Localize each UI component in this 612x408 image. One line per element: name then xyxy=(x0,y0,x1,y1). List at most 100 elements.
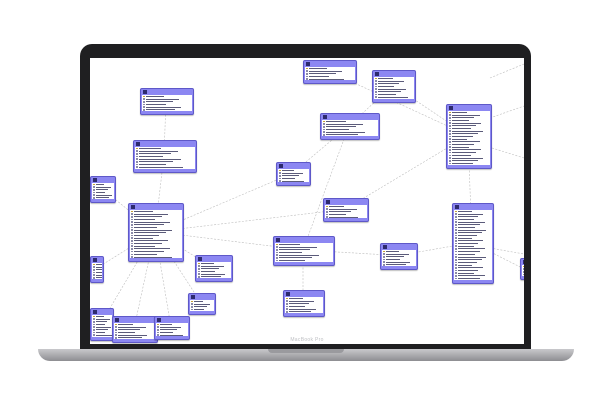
table-footer xyxy=(277,182,310,185)
column-name-placeholder xyxy=(326,120,347,122)
column-name-placeholder xyxy=(452,125,477,127)
column-name-placeholder xyxy=(289,297,303,299)
column-icon xyxy=(455,226,457,229)
column-name-placeholder xyxy=(134,210,153,212)
table-entity[interactable] xyxy=(320,113,380,141)
table-columns xyxy=(522,265,524,276)
column-name-placeholder xyxy=(96,323,105,325)
column-name-placeholder xyxy=(452,117,475,119)
column-icon xyxy=(449,127,451,130)
column-icon xyxy=(383,261,385,263)
column-icon xyxy=(136,150,138,152)
column-icon xyxy=(276,259,278,262)
table-entity[interactable] xyxy=(140,88,194,116)
column-icon xyxy=(93,268,95,271)
table-entity[interactable] xyxy=(446,104,492,169)
column-name-placeholder xyxy=(458,237,472,239)
column-icon xyxy=(93,276,95,279)
column-icon xyxy=(449,133,451,135)
brand-label: MacBook Pro xyxy=(290,337,324,343)
table-columns xyxy=(448,111,490,165)
primary-key-icon xyxy=(136,147,138,150)
column-name-placeholder xyxy=(378,83,400,85)
column-icon xyxy=(383,255,385,258)
column-icon xyxy=(276,248,278,251)
column-icon xyxy=(93,334,95,336)
table-entity[interactable] xyxy=(276,162,311,187)
table-entity[interactable] xyxy=(380,243,418,271)
column-name-placeholder xyxy=(326,123,363,125)
column-icon xyxy=(93,326,95,328)
column-icon xyxy=(326,208,328,210)
table-entity[interactable] xyxy=(90,256,104,284)
column-name-placeholder xyxy=(326,134,358,136)
column-icon xyxy=(449,141,451,143)
column-icon xyxy=(455,223,457,226)
column-name-placeholder xyxy=(378,77,393,79)
column-icon xyxy=(306,75,308,78)
column-icon xyxy=(157,331,159,334)
column-name-placeholder xyxy=(386,258,401,260)
primary-key-icon xyxy=(449,111,451,114)
column-icon xyxy=(198,275,200,278)
primary-key-icon xyxy=(276,243,278,246)
column-icon xyxy=(143,100,145,103)
column-name-placeholder xyxy=(458,272,474,274)
column-name-placeholder xyxy=(279,257,312,259)
column-icon xyxy=(455,237,457,240)
column-name-placeholder xyxy=(452,111,468,113)
table-entity[interactable] xyxy=(303,60,357,85)
table-entity[interactable] xyxy=(452,203,494,284)
table-footer xyxy=(134,169,196,172)
table-entity[interactable] xyxy=(90,176,116,204)
column-icon xyxy=(115,326,117,328)
column-icon xyxy=(131,226,133,229)
column-icon xyxy=(326,210,328,213)
table-entity[interactable] xyxy=(273,236,335,266)
column-name-placeholder xyxy=(458,213,484,215)
table-entity[interactable] xyxy=(372,70,416,103)
column-icon xyxy=(115,328,117,331)
table-entity[interactable] xyxy=(323,198,369,223)
column-icon xyxy=(131,223,133,226)
column-icon xyxy=(326,213,328,216)
column-icon xyxy=(136,158,138,160)
column-name-placeholder xyxy=(279,243,300,245)
column-name-placeholder xyxy=(279,251,303,253)
column-icon xyxy=(198,267,200,270)
column-icon xyxy=(449,151,451,154)
column-name-placeholder xyxy=(201,268,220,270)
table-entity[interactable] xyxy=(128,203,184,263)
column-name-placeholder xyxy=(282,175,299,177)
table-icon xyxy=(198,257,202,261)
column-name-placeholder xyxy=(329,213,347,215)
column-icon xyxy=(131,242,133,245)
column-name-placeholder xyxy=(378,88,407,90)
column-icon xyxy=(131,245,133,248)
table-entity[interactable] xyxy=(283,290,325,318)
table-entity[interactable] xyxy=(90,308,114,341)
table-entity[interactable] xyxy=(133,140,197,173)
column-name-placeholder xyxy=(146,109,175,111)
column-icon xyxy=(191,305,193,308)
column-name-placeholder xyxy=(452,146,470,148)
column-name-placeholder xyxy=(326,126,356,128)
column-icon xyxy=(136,166,138,168)
column-name-placeholder xyxy=(96,189,109,191)
column-name-placeholder xyxy=(139,155,164,157)
primary-key-icon xyxy=(383,250,385,253)
column-name-placeholder xyxy=(96,321,108,323)
column-icon xyxy=(383,253,385,255)
relationship-line xyxy=(489,247,524,255)
column-name-placeholder xyxy=(458,267,484,269)
column-icon xyxy=(455,269,457,272)
column-name-placeholder xyxy=(452,152,477,154)
table-entity[interactable] xyxy=(195,255,233,283)
column-icon xyxy=(455,234,457,237)
table-entity[interactable] xyxy=(188,293,216,315)
column-name-placeholder xyxy=(452,136,473,138)
table-entity[interactable] xyxy=(520,258,524,280)
column-icon xyxy=(383,258,385,261)
column-name-placeholder xyxy=(146,103,167,105)
column-name-placeholder xyxy=(458,248,485,250)
